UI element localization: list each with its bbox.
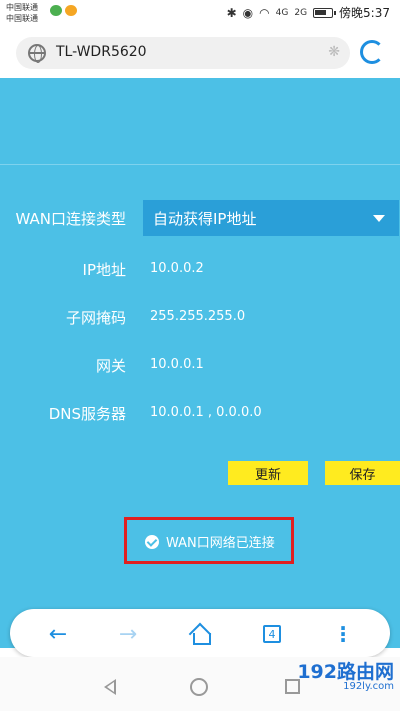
carrier-info: 中国联通 中国联通 bbox=[6, 2, 38, 24]
ip-label: IP地址 bbox=[82, 261, 126, 279]
dns-value: 10.0.0.1 , 0.0.0.0 bbox=[150, 405, 262, 420]
tabs-button[interactable]: 4 bbox=[259, 621, 285, 647]
wan-status-highlight: WAN口网络已连接 bbox=[124, 517, 294, 564]
notification-icons bbox=[50, 5, 77, 16]
wifi-icon: ◠ bbox=[259, 5, 270, 20]
browser-toolbar: ← → 4 · · · bbox=[10, 609, 390, 657]
signal-4g-icon: 4G bbox=[275, 7, 289, 18]
clock: 傍晚5:37 bbox=[339, 6, 390, 20]
status-bar-right: ✱ ◉ ◠ 4G 2G 傍晚5:37 bbox=[227, 4, 390, 21]
wan-status-text: WAN口网络已连接 bbox=[166, 536, 275, 551]
dns-row: DNS服务器 10.0.0.1 , 0.0.0.0 bbox=[0, 395, 400, 431]
ip-row: IP地址 10.0.0.2 bbox=[0, 251, 400, 287]
forward-arrow-icon[interactable]: → bbox=[115, 621, 141, 647]
globe-icon bbox=[28, 44, 46, 63]
check-circle-icon bbox=[145, 534, 159, 549]
refresh-button[interactable]: 更新 bbox=[228, 461, 308, 485]
ip-value: 10.0.0.2 bbox=[150, 261, 204, 276]
reload-icon[interactable] bbox=[360, 40, 384, 64]
gateway-value: 10.0.0.1 bbox=[150, 357, 204, 372]
router-page: WAN口连接类型 自动获得IP地址 IP地址 10.0.0.2 子网掩码 255… bbox=[0, 78, 400, 648]
signal-2g-icon: 2G bbox=[294, 7, 308, 18]
mask-value: 255.255.255.0 bbox=[150, 309, 246, 324]
battery-icon bbox=[313, 7, 337, 18]
watermark-logo: 192路由网 192ly.com bbox=[297, 657, 394, 692]
gateway-row: 网关 10.0.0.1 bbox=[0, 347, 400, 383]
bluetooth-icon: ✱ bbox=[226, 5, 237, 20]
nav-back-icon[interactable] bbox=[104, 679, 116, 695]
more-vertical-icon: · · · bbox=[339, 616, 347, 652]
watermark-url: 192ly.com bbox=[343, 681, 394, 692]
carrier-line-1: 中国联通 bbox=[6, 3, 38, 12]
home-button[interactable] bbox=[187, 621, 213, 647]
back-arrow-icon[interactable]: ← bbox=[45, 621, 71, 647]
footprint-icon[interactable]: ❋ bbox=[328, 44, 340, 60]
gateway-label: 网关 bbox=[95, 357, 126, 375]
weibo-icon bbox=[65, 5, 77, 16]
url-text: TL-WDR5620 bbox=[56, 44, 147, 60]
status-bar: 中国联通 中国联通 ✱ ◉ ◠ 4G 2G 傍晚5:37 bbox=[0, 0, 400, 28]
home-icon bbox=[190, 625, 211, 645]
dns-label: DNS服务器 bbox=[48, 405, 126, 423]
mask-row: 子网掩码 255.255.255.0 bbox=[0, 299, 400, 335]
wechat-icon bbox=[50, 5, 62, 16]
save-button[interactable]: 保存 bbox=[325, 461, 400, 485]
wan-type-label: WAN口连接类型 bbox=[15, 210, 127, 228]
menu-button[interactable]: · · · bbox=[330, 616, 356, 652]
tab-count: 4 bbox=[263, 625, 281, 643]
wan-type-value: 自动获得IP地址 bbox=[153, 210, 257, 228]
eye-comfort-icon: ◉ bbox=[242, 5, 254, 20]
wan-type-select[interactable]: 自动获得IP地址 bbox=[143, 200, 399, 236]
nav-home-icon[interactable] bbox=[190, 678, 208, 696]
dropdown-caret-icon bbox=[373, 215, 385, 222]
wan-type-row: WAN口连接类型 自动获得IP地址 bbox=[0, 200, 400, 236]
wan-status: WAN口网络已连接 bbox=[145, 532, 275, 551]
carrier-line-2: 中国联通 bbox=[6, 14, 38, 23]
mask-label: 子网掩码 bbox=[65, 309, 126, 327]
browser-address-bar: TL-WDR5620 ❋ bbox=[0, 28, 400, 78]
header-divider bbox=[0, 164, 400, 165]
watermark-title: 192路由网 bbox=[297, 661, 394, 683]
system-nav-bar: 192路由网 192ly.com bbox=[0, 657, 400, 711]
url-field[interactable]: TL-WDR5620 ❋ bbox=[16, 37, 350, 69]
